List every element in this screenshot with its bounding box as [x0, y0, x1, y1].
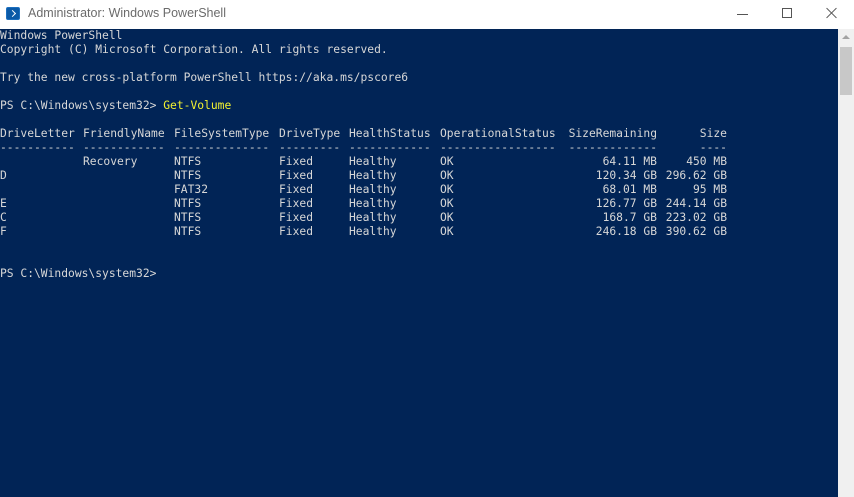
- minimize-button[interactable]: [720, 0, 766, 29]
- table-cell: Size: [699, 127, 727, 140]
- table-cell: 450 MB: [686, 155, 727, 168]
- table-cell: DriveType: [279, 127, 341, 140]
- scroll-up-arrow-icon[interactable]: [838, 29, 854, 45]
- command-line: PS C:\Windows\system32> Get-Volume: [0, 99, 838, 113]
- banner-line: [0, 57, 838, 71]
- table-cell: 126.77 GB: [595, 197, 657, 210]
- banner-line: Windows PowerShell: [0, 29, 123, 42]
- table-cell: Healthy: [349, 225, 397, 238]
- table-row: FAT32 Fixed Healthy OK 68.01 MB 95 MB: [0, 183, 838, 197]
- banner-line: Copyright (C) Microsoft Corporation. All…: [0, 43, 388, 56]
- table-cell: D: [0, 169, 7, 182]
- table-cell: --------------: [174, 141, 270, 154]
- table-cell: Healthy: [349, 169, 397, 182]
- table-cell: FileSystemType: [174, 127, 270, 140]
- table-cell: Healthy: [349, 155, 397, 168]
- close-icon: [826, 7, 838, 19]
- table-row: D NTFS Fixed Healthy OK 120.34 GB 296.62 GB: [0, 169, 838, 183]
- table-cell: ------------: [349, 141, 431, 154]
- table-cell: Fixed: [279, 183, 314, 196]
- table-cell: ---------: [279, 141, 341, 154]
- table-underline: ----------- ------------ -------------- ---…: [0, 141, 838, 155]
- table-cell: Healthy: [349, 197, 397, 210]
- table-cell: 95 MB: [692, 183, 727, 196]
- table-cell: OK: [440, 169, 454, 182]
- table-cell: C: [0, 211, 7, 224]
- table-cell: -------------: [568, 141, 657, 154]
- window-title: Administrator: Windows PowerShell: [28, 6, 226, 20]
- table-header: DriveLetter FriendlyName FileSystemType Dri…: [0, 127, 838, 141]
- table-cell: E: [0, 197, 7, 210]
- table-cell: OK: [440, 225, 454, 238]
- table-cell: 168.7 GB: [602, 211, 657, 224]
- table-cell: Healthy: [349, 183, 397, 196]
- table-cell: SizeRemaining: [568, 127, 657, 140]
- maximize-button[interactable]: [765, 0, 811, 29]
- table-cell: NTFS: [174, 211, 202, 224]
- table-cell: NTFS: [174, 225, 202, 238]
- table-cell: NTFS: [174, 169, 202, 182]
- table-cell: -----------: [0, 141, 75, 154]
- table-cell: OK: [440, 183, 454, 196]
- table-cell: ----: [699, 141, 727, 154]
- table-cell: NTFS: [174, 197, 202, 210]
- table-cell: OK: [440, 197, 454, 210]
- table-cell: ------------: [83, 141, 165, 154]
- maximize-icon: [782, 8, 792, 18]
- minimize-icon: [737, 14, 748, 15]
- table-cell: Fixed: [279, 197, 314, 210]
- table-cell: Healthy: [349, 211, 397, 224]
- table-cell: FriendlyName: [83, 127, 165, 140]
- table-cell: FAT32: [174, 183, 209, 196]
- table-cell: 244.14 GB: [665, 197, 727, 210]
- table-cell: DriveLetter: [0, 127, 75, 140]
- banner-line: Try the new cross-platform PowerShell ht…: [0, 71, 409, 84]
- table-cell: -----------------: [440, 141, 556, 154]
- table-cell: Fixed: [279, 155, 314, 168]
- title-bar[interactable]: Administrator: Windows PowerShell: [0, 0, 854, 29]
- table-cell: Recovery: [83, 155, 138, 168]
- volume-table: DriveLetter FriendlyName FileSystemType Dri…: [0, 127, 838, 239]
- table-cell: OK: [440, 155, 454, 168]
- table-cell: NTFS: [174, 155, 202, 168]
- table-cell: 390.62 GB: [665, 225, 727, 238]
- powershell-icon: [6, 7, 20, 20]
- scroll-thumb[interactable]: [840, 47, 852, 95]
- table-cell: 246.18 GB: [595, 225, 657, 238]
- powershell-window: Administrator: Windows PowerShell Window…: [0, 0, 854, 497]
- close-button[interactable]: [810, 0, 854, 29]
- table-cell: OK: [440, 211, 454, 224]
- table-cell: 64.11 MB: [602, 155, 657, 168]
- console-output[interactable]: Windows PowerShell Copyright (C) Microso…: [0, 29, 838, 497]
- table-cell: Fixed: [279, 225, 314, 238]
- table-row: C NTFS Fixed Healthy OK 168.7 GB 223.02 GB: [0, 211, 838, 225]
- table-cell: Fixed: [279, 169, 314, 182]
- table-cell: 68.01 MB: [602, 183, 657, 196]
- vertical-scrollbar[interactable]: [838, 29, 854, 497]
- table-cell: F: [0, 225, 7, 238]
- table-row: E NTFS Fixed Healthy OK 126.77 GB 244.14 GB: [0, 197, 838, 211]
- table-row: Recovery NTFS Fixed Healthy OK 64.11 MB 450 MB: [0, 155, 838, 169]
- prompt-text: PS C:\Windows\system32>: [0, 99, 164, 112]
- command-text: Get-Volume: [163, 99, 232, 112]
- table-cell: 120.34 GB: [595, 169, 657, 182]
- table-cell: 296.62 GB: [665, 169, 727, 182]
- table-row: F NTFS Fixed Healthy OK 246.18 GB 390.62 GB: [0, 225, 838, 239]
- table-cell: 223.02 GB: [665, 211, 727, 224]
- final-prompt[interactable]: PS C:\Windows\system32>: [0, 267, 838, 281]
- table-cell: OperationalStatus: [440, 127, 556, 140]
- table-cell: HealthStatus: [349, 127, 431, 140]
- table-cell: Fixed: [279, 211, 314, 224]
